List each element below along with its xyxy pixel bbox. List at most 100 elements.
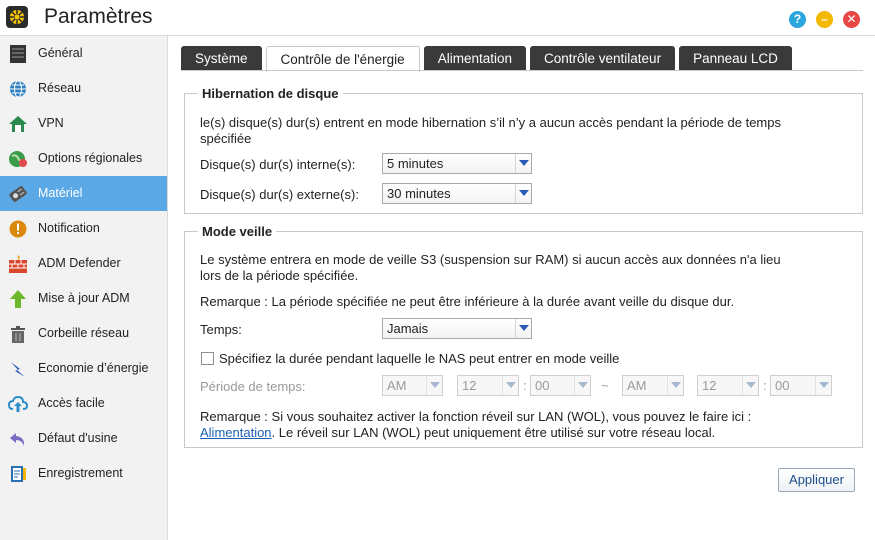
time-value: Jamais xyxy=(387,321,429,336)
tab-bar: Système Contrôle de l'énergie Alimentati… xyxy=(181,46,796,72)
sidebar-item-regional[interactable]: Options régionales xyxy=(0,141,167,176)
start-time-colon: : xyxy=(523,378,527,393)
sidebar-item-label: Général xyxy=(38,46,83,60)
chevron-down-icon xyxy=(515,184,531,203)
chevron-down-icon xyxy=(502,376,518,395)
app-gear-icon xyxy=(6,6,28,28)
sidebar-item-label: Enregistrement xyxy=(38,466,123,480)
range-separator: ~ xyxy=(601,378,609,393)
sidebar-item-easy-access[interactable]: Accès facile xyxy=(0,386,167,421)
power-link[interactable]: Alimentation xyxy=(200,425,272,440)
end-hour-value: 12 xyxy=(702,378,717,393)
standby-period-checkbox[interactable] xyxy=(201,352,214,365)
chevron-down-icon xyxy=(815,376,831,395)
sidebar-item-notification[interactable]: Notification xyxy=(0,211,167,246)
hibernation-description-line2: spécifiée xyxy=(200,131,252,146)
tab-lcd-panel[interactable]: Panneau LCD xyxy=(679,46,792,71)
external-disk-value: 30 minutes xyxy=(387,186,451,201)
end-ampm-value: AM xyxy=(627,378,647,393)
end-minute-value: 00 xyxy=(775,378,790,393)
close-button[interactable]: ✕ xyxy=(843,11,860,28)
tab-system[interactable]: Système xyxy=(181,46,262,71)
sidebar-item-label: ADM Defender xyxy=(38,256,121,270)
sidebar-item-label: Mise à jour ADM xyxy=(38,291,130,305)
trash-icon xyxy=(6,322,30,346)
tab-energy-control[interactable]: Contrôle de l'énergie xyxy=(265,46,420,72)
chevron-down-icon xyxy=(515,154,531,173)
sidebar-item-label: Economie d’énergie xyxy=(38,361,149,375)
start-minute-select[interactable]: 00 xyxy=(530,375,591,396)
wol-remark-line1: Remarque : Si vous souhaitez activer la … xyxy=(200,409,752,424)
sidebar-item-network-recycle[interactable]: Corbeille réseau xyxy=(0,316,167,351)
apply-button[interactable]: Appliquer xyxy=(778,468,855,492)
start-ampm-value: AM xyxy=(387,378,407,393)
tab-divider xyxy=(181,70,863,71)
update-arrow-icon xyxy=(6,287,30,311)
sidebar-item-general[interactable]: Général xyxy=(0,36,167,71)
internal-disk-value: 5 minutes xyxy=(387,156,444,171)
internal-disk-label: Disque(s) dur(s) interne(s): xyxy=(200,157,356,172)
sidebar-item-label: VPN xyxy=(38,116,64,130)
back-arrow-icon xyxy=(6,427,30,451)
sidebar-item-energy-saving[interactable]: Economie d’énergie xyxy=(0,351,167,386)
wol-remark-line2: Alimentation. Le réveil sur LAN (WOL) pe… xyxy=(200,425,715,441)
sidebar-item-registration[interactable]: Enregistrement xyxy=(0,456,167,491)
internal-disk-select[interactable]: 5 minutes xyxy=(382,153,532,174)
standby-period-checkbox-label[interactable]: Spécifiez la durée pendant laquelle le N… xyxy=(219,351,619,367)
firewall-icon xyxy=(6,252,30,276)
minimize-button[interactable]: – xyxy=(816,11,833,28)
end-time-colon: : xyxy=(763,378,767,393)
start-hour-value: 12 xyxy=(462,378,477,393)
sidebar-item-label: Corbeille réseau xyxy=(38,326,130,340)
standby-remark: Remarque : La période spécifiée ne peut … xyxy=(200,294,735,309)
sidebar-item-label: Réseau xyxy=(38,81,82,95)
sidebar-item-label: Accès facile xyxy=(38,396,105,410)
main-panel: Système Contrôle de l'énergie Alimentati… xyxy=(169,36,875,540)
wol-remark-suffix: . Le réveil sur LAN (WOL) peut uniquemen… xyxy=(271,425,716,440)
sidebar-item-adm-defender[interactable]: ADM Defender xyxy=(0,246,167,281)
hibernation-legend: Hibernation de disque xyxy=(202,86,339,101)
start-ampm-select[interactable]: AM xyxy=(382,375,443,396)
region-globe-icon xyxy=(6,147,30,171)
period-label: Période de temps: xyxy=(200,379,306,394)
external-disk-select[interactable]: 30 minutes xyxy=(382,183,532,204)
energy-bolt-icon xyxy=(6,357,30,381)
vpn-house-icon xyxy=(6,112,30,136)
sidebar-item-label: Options régionales xyxy=(38,151,143,165)
cloud-upload-icon xyxy=(6,392,30,416)
chevron-down-icon xyxy=(574,376,590,395)
standby-description-line2: lors de la période spécifiée. xyxy=(200,268,359,283)
chevron-down-icon xyxy=(742,376,758,395)
help-button[interactable]: ? xyxy=(789,11,806,28)
end-ampm-select[interactable]: AM xyxy=(622,375,684,396)
start-minute-value: 00 xyxy=(535,378,550,393)
sidebar-item-label: Notification xyxy=(38,221,100,235)
registration-icon xyxy=(6,462,30,486)
hibernation-description-line1: le(s) disque(s) dur(s) entrent en mode h… xyxy=(200,115,781,130)
chevron-down-icon xyxy=(515,319,531,338)
sidebar-item-network[interactable]: Réseau xyxy=(0,71,167,106)
tab-fan-control[interactable]: Contrôle ventilateur xyxy=(530,46,676,71)
sidebar-item-vpn[interactable]: VPN xyxy=(0,106,167,141)
hardware-disk-icon xyxy=(6,182,30,206)
end-hour-select[interactable]: 12 xyxy=(697,375,759,396)
time-label: Temps: xyxy=(200,322,242,337)
alert-icon xyxy=(6,217,30,241)
tab-power[interactable]: Alimentation xyxy=(423,46,526,71)
chevron-down-icon xyxy=(667,376,683,395)
time-select[interactable]: Jamais xyxy=(382,318,532,339)
title-bar: Paramètres ? – ✕ xyxy=(0,0,875,36)
end-minute-select[interactable]: 00 xyxy=(770,375,832,396)
sidebar-item-label: Défaut d'usine xyxy=(38,431,118,445)
globe-icon xyxy=(6,77,30,101)
sidebar-item-label: Matériel xyxy=(38,186,83,200)
sidebar-item-factory-default[interactable]: Défaut d'usine xyxy=(0,421,167,456)
sidebar-item-hardware[interactable]: Matériel xyxy=(0,176,167,211)
server-icon xyxy=(6,42,30,66)
sidebar-item-adm-update[interactable]: Mise à jour ADM xyxy=(0,281,167,316)
start-hour-select[interactable]: 12 xyxy=(457,375,519,396)
chevron-down-icon xyxy=(426,376,442,395)
standby-description-line1: Le système entrera en mode de veille S3 … xyxy=(200,252,781,267)
external-disk-label: Disque(s) dur(s) externe(s): xyxy=(200,187,359,202)
standby-legend: Mode veille xyxy=(202,224,273,239)
